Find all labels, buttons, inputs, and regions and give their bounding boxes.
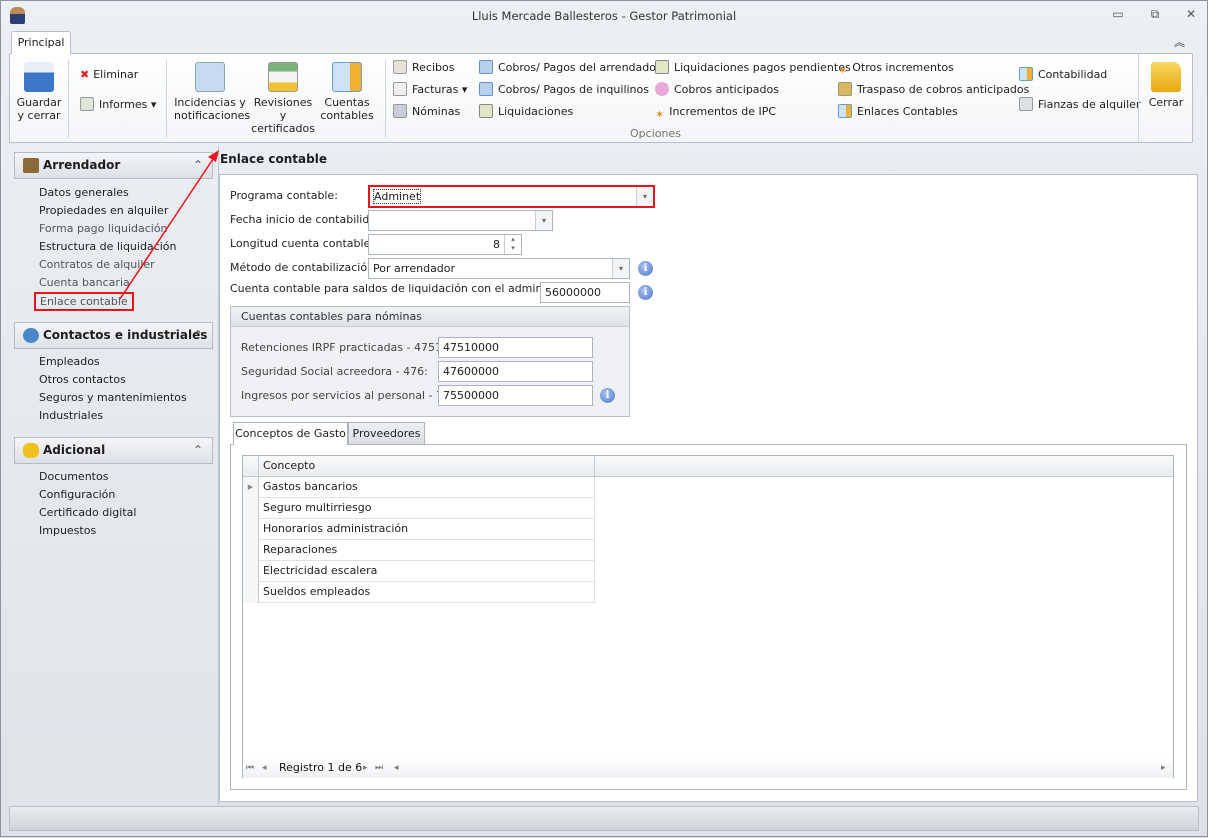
app-window: Lluis Mercade Ballesteros - Gestor Patri… bbox=[0, 0, 1208, 837]
annotation-arrow bbox=[119, 150, 219, 300]
